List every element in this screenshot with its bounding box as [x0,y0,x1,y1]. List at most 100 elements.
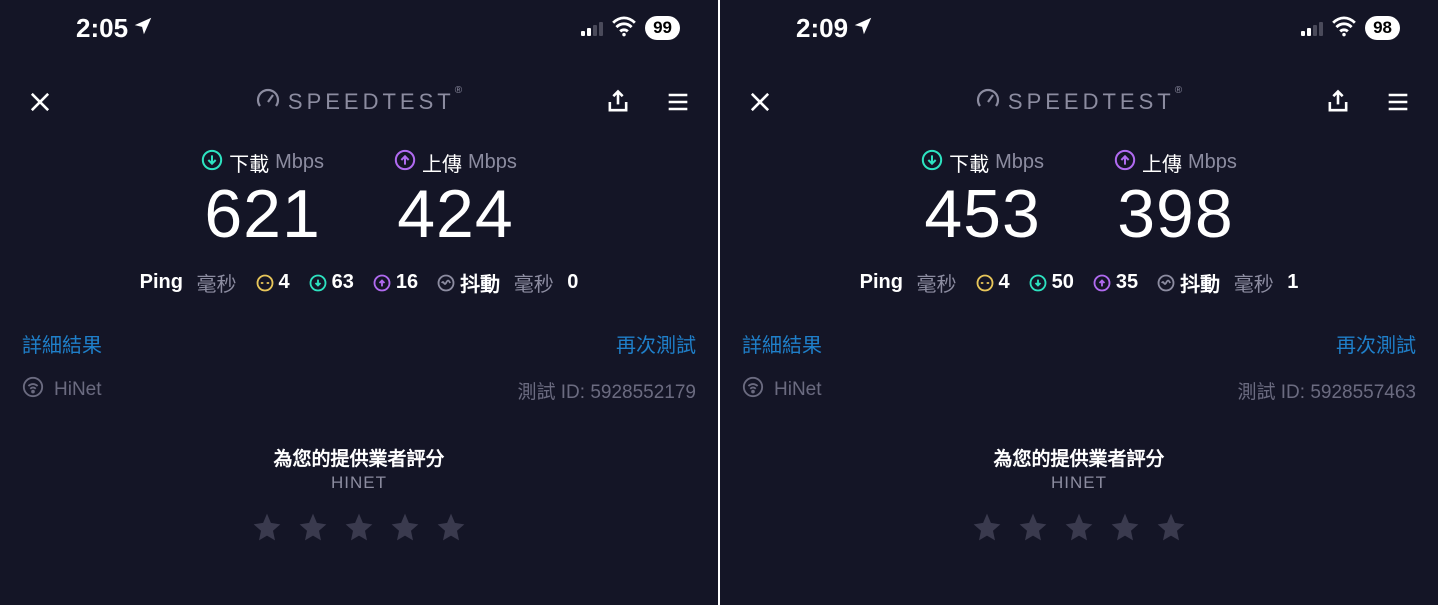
app-title-text: SPEEDTEST® [288,89,462,115]
menu-icon[interactable] [662,86,694,118]
link-row: 詳細結果 再次測試 [18,329,700,358]
download-icon [201,149,223,177]
speedtest-result-panel: 2:09 98 SPE [720,0,1440,605]
app-header: SPEEDTEST® [738,86,1420,118]
download-value: 621 [201,179,324,250]
ping-label: Ping [140,271,183,294]
rating-stars[interactable] [738,511,1420,548]
test-id-label: 測試 ID: [517,382,585,403]
jitter-icon [1156,273,1176,293]
ping-idle-icon [975,273,995,293]
test-id-label: 測試 ID: [1237,382,1305,403]
wifi-icon [1331,15,1357,42]
provider-wifi-icon [22,376,44,404]
jitter-value: 0 [567,271,578,294]
speed-row: 下載 Mbps 453 上傳 Mbps 398 [738,148,1420,250]
details-link[interactable]: 詳細結果 [742,329,822,358]
download-block: 下載 Mbps 453 [921,148,1044,250]
share-icon[interactable] [1322,86,1354,118]
upload-label: 上傳 [422,148,462,177]
provider-name: HiNet [774,379,822,401]
ping-unit: 毫秒 [197,268,237,297]
rating-block: 為您的提供業者評分 HINET [18,444,700,548]
wifi-icon [611,15,637,42]
menu-icon[interactable] [1382,86,1414,118]
ping-up: 16 [396,271,418,294]
cellular-icon [581,20,603,36]
app-header: SPEEDTEST® [18,86,700,118]
provider-row: HiNet 測試 ID: 5928557463 [738,376,1420,404]
test-id: 5928557463 [1310,382,1416,403]
jitter-value: 1 [1287,271,1298,294]
battery-indicator: 99 [645,16,680,40]
rating-provider: HINET [738,473,1420,493]
status-time-text: 2:05 [76,13,128,44]
star-icon[interactable] [1109,511,1141,548]
download-unit: Mbps [995,151,1044,174]
status-right: 99 [581,15,690,42]
share-icon[interactable] [602,86,634,118]
ping-row: Ping 毫秒 4 50 35 抖動 毫秒 1 [738,268,1420,297]
upload-value: 398 [1114,179,1237,250]
status-bar: 2:09 98 [738,0,1420,46]
close-icon[interactable] [744,86,776,118]
retest-link[interactable]: 再次測試 [1336,329,1416,358]
star-icon[interactable] [389,511,421,548]
ping-up-icon [1092,273,1112,293]
close-icon[interactable] [24,86,56,118]
gauge-icon [256,88,280,117]
star-icon[interactable] [251,511,283,548]
ping-idle-icon [255,273,275,293]
jitter-unit: 毫秒 [1234,268,1274,297]
cellular-icon [1301,20,1323,36]
status-time: 2:09 [748,13,874,44]
battery-value: 99 [653,18,672,38]
star-icon[interactable] [297,511,329,548]
provider-wifi-icon [742,376,764,404]
download-label: 下載 [229,148,269,177]
location-icon [132,13,154,44]
details-link[interactable]: 詳細結果 [22,329,102,358]
ping-idle: 4 [279,271,290,294]
rating-provider: HINET [18,473,700,493]
link-row: 詳細結果 再次測試 [738,329,1420,358]
upload-unit: Mbps [468,151,517,174]
star-icon[interactable] [343,511,375,548]
ping-down: 63 [332,271,354,294]
star-icon[interactable] [1017,511,1049,548]
jitter-label: 抖動 [1180,268,1220,297]
retest-link[interactable]: 再次測試 [616,329,696,358]
location-icon [852,13,874,44]
rating-stars[interactable] [18,511,700,548]
star-icon[interactable] [971,511,1003,548]
provider-name: HiNet [54,379,102,401]
status-bar: 2:05 99 [18,0,700,46]
app-title-text: SPEEDTEST® [1008,89,1182,115]
upload-block: 上傳 Mbps 398 [1114,148,1237,250]
star-icon[interactable] [435,511,467,548]
download-value: 453 [921,179,1044,250]
ping-idle: 4 [999,271,1010,294]
status-time: 2:05 [28,13,154,44]
speedtest-result-panel: 2:05 99 SPE [0,0,720,605]
rating-title: 為您的提供業者評分 [738,444,1420,471]
star-icon[interactable] [1155,511,1187,548]
gauge-icon [976,88,1000,117]
status-time-text: 2:09 [796,13,848,44]
battery-value: 98 [1373,18,1392,38]
upload-icon [1114,149,1136,177]
rating-title: 為您的提供業者評分 [18,444,700,471]
ping-unit: 毫秒 [917,268,957,297]
upload-label: 上傳 [1142,148,1182,177]
test-id: 5928552179 [590,382,696,403]
upload-value: 424 [394,179,517,250]
rating-block: 為您的提供業者評分 HINET [738,444,1420,548]
jitter-unit: 毫秒 [514,268,554,297]
jitter-icon [436,273,456,293]
ping-up-icon [372,273,392,293]
provider-row: HiNet 測試 ID: 5928552179 [18,376,700,404]
battery-indicator: 98 [1365,16,1400,40]
upload-unit: Mbps [1188,151,1237,174]
download-unit: Mbps [275,151,324,174]
star-icon[interactable] [1063,511,1095,548]
